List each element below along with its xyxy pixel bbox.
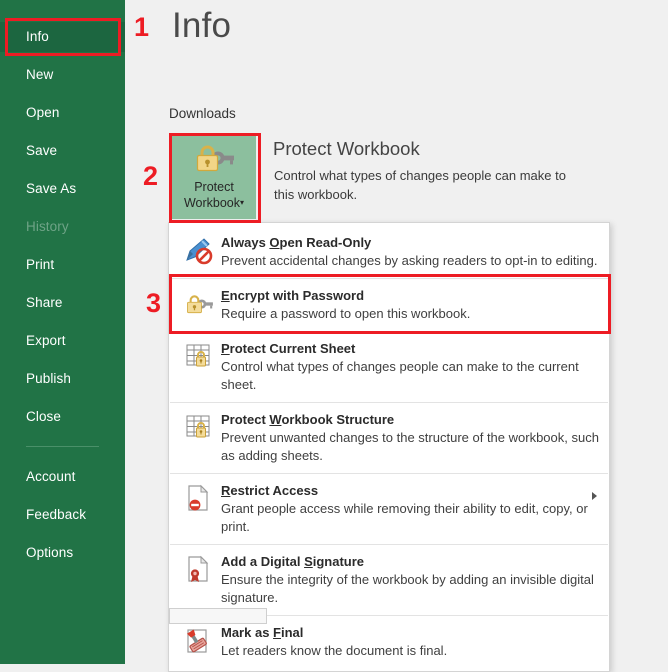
lock-key-icon bbox=[172, 144, 256, 174]
menu-item-description: Grant people access while removing their… bbox=[221, 500, 599, 536]
sidebar-item-open[interactable]: Open bbox=[0, 98, 125, 128]
protect-workbook-label-line2: Workbook▾ bbox=[172, 195, 256, 211]
submenu-arrow-icon[interactable] bbox=[592, 492, 597, 500]
step-number-2: 2 bbox=[143, 163, 158, 190]
sidebar-item-label: Share bbox=[26, 295, 63, 310]
sidebar-item-label: Print bbox=[26, 257, 54, 272]
sidebar-item-close[interactable]: Close bbox=[0, 402, 125, 432]
protect-workbook-heading: Protect Workbook bbox=[273, 138, 420, 160]
step-number-3: 3 bbox=[146, 290, 161, 317]
menu-item-title: Protect Current Sheet bbox=[221, 340, 599, 357]
menu-item-description: Control what types of changes people can… bbox=[221, 358, 599, 394]
sidebar-item-share[interactable]: Share bbox=[0, 288, 125, 318]
pen-blocked-icon bbox=[183, 236, 217, 268]
encrypt-with-password-menu-item[interactable]: Encrypt with Password Require a password… bbox=[169, 279, 609, 331]
menu-item-title: Protect Workbook Structure bbox=[221, 411, 599, 428]
menu-item-description: Ensure the integrity of the workbook by … bbox=[221, 571, 599, 607]
menu-item-title: Mark as Final bbox=[221, 624, 599, 641]
menu-item-description: Require a password to open this workbook… bbox=[221, 305, 599, 323]
sidebar-divider bbox=[26, 446, 99, 447]
menu-item-text: Always Open Read-Only Prevent accidental… bbox=[217, 234, 599, 270]
sidebar-item-label: Save bbox=[26, 143, 57, 158]
backstage-main-pane: Info Downloads Protect bbox=[125, 0, 668, 664]
sidebar-item-publish[interactable]: Publish bbox=[0, 364, 125, 394]
menu-item-text: Protect Current Sheet Control what types… bbox=[217, 340, 599, 394]
sidebar-item-label: Save As bbox=[26, 181, 76, 196]
sidebar-item-label: Feedback bbox=[26, 507, 86, 522]
menu-item-description: Prevent unwanted changes to the structur… bbox=[221, 429, 599, 465]
protect-workbook-structure-menu-item[interactable]: Protect Workbook Structure Prevent unwan… bbox=[169, 403, 609, 473]
workbook-lock-icon bbox=[183, 413, 217, 445]
always-open-read-only-menu-item[interactable]: Always Open Read-Only Prevent accidental… bbox=[169, 226, 609, 278]
file-name-label: Downloads bbox=[169, 106, 236, 121]
sidebar-item-label: Account bbox=[26, 469, 75, 484]
sidebar-item-label: Close bbox=[26, 409, 61, 424]
page-title: Info bbox=[172, 6, 231, 46]
sidebar-item-label: Open bbox=[26, 105, 59, 120]
chevron-down-icon[interactable]: ▾ bbox=[240, 198, 244, 207]
add-digital-signature-menu-item[interactable]: Add a Digital Signature Ensure the integ… bbox=[169, 545, 609, 615]
restrict-access-menu-item[interactable]: Restrict Access Grant people access whil… bbox=[169, 474, 609, 544]
sheet-lock-icon bbox=[183, 342, 217, 374]
sidebar-item-info[interactable]: Info bbox=[0, 22, 125, 52]
restrict-access-icon bbox=[183, 484, 217, 516]
sidebar-item-options[interactable]: Options bbox=[0, 538, 125, 568]
menu-item-text: Mark as Final Let readers know the docum… bbox=[217, 624, 599, 660]
menu-item-text: Add a Digital Signature Ensure the integ… bbox=[217, 553, 599, 607]
properties-stub-box bbox=[169, 608, 267, 624]
menu-item-title: Always Open Read-Only bbox=[221, 234, 599, 251]
sidebar-item-label: Export bbox=[26, 333, 66, 348]
menu-item-text: Encrypt with Password Require a password… bbox=[217, 287, 599, 323]
sidebar-item-label: New bbox=[26, 67, 53, 82]
sidebar-item-export[interactable]: Export bbox=[0, 326, 125, 356]
protect-workbook-dropdown-menu: Always Open Read-Only Prevent accidental… bbox=[168, 222, 610, 672]
sidebar-item-label: Info bbox=[26, 29, 49, 44]
sidebar-item-label: Options bbox=[26, 545, 73, 560]
lock-key-icon bbox=[183, 289, 217, 321]
protect-workbook-label-line1: Protect bbox=[172, 179, 256, 195]
sidebar-item-print[interactable]: Print bbox=[0, 250, 125, 280]
menu-item-title: Encrypt with Password bbox=[221, 287, 599, 304]
menu-item-description: Prevent accidental changes by asking rea… bbox=[221, 252, 599, 270]
menu-item-text: Restrict Access Grant people access whil… bbox=[217, 482, 599, 536]
digital-signature-icon bbox=[183, 555, 217, 587]
backstage-sidebar: Info New Open Save Save As History Print… bbox=[0, 0, 125, 664]
sidebar-item-save[interactable]: Save bbox=[0, 136, 125, 166]
protect-workbook-description: Control what types of changes people can… bbox=[274, 166, 574, 204]
sidebar-item-history: History bbox=[0, 212, 125, 242]
excel-backstage-info-screen: Info New Open Save Save As History Print… bbox=[0, 0, 668, 664]
menu-item-title: Add a Digital Signature bbox=[221, 553, 599, 570]
sidebar-item-label: Publish bbox=[26, 371, 71, 386]
protect-current-sheet-menu-item[interactable]: Protect Current Sheet Control what types… bbox=[169, 332, 609, 402]
sidebar-item-account[interactable]: Account bbox=[0, 462, 125, 492]
menu-item-description: Let readers know the document is final. bbox=[221, 642, 599, 660]
sidebar-item-feedback[interactable]: Feedback bbox=[0, 500, 125, 530]
menu-item-text: Protect Workbook Structure Prevent unwan… bbox=[217, 411, 599, 465]
menu-item-title: Restrict Access bbox=[221, 482, 599, 499]
mark-as-final-icon bbox=[183, 626, 217, 658]
sidebar-item-label: History bbox=[26, 219, 69, 234]
sidebar-item-new[interactable]: New bbox=[0, 60, 125, 90]
sidebar-item-save-as[interactable]: Save As bbox=[0, 174, 125, 204]
protect-workbook-button[interactable]: Protect Workbook▾ bbox=[172, 135, 256, 219]
step-number-1: 1 bbox=[134, 14, 149, 41]
